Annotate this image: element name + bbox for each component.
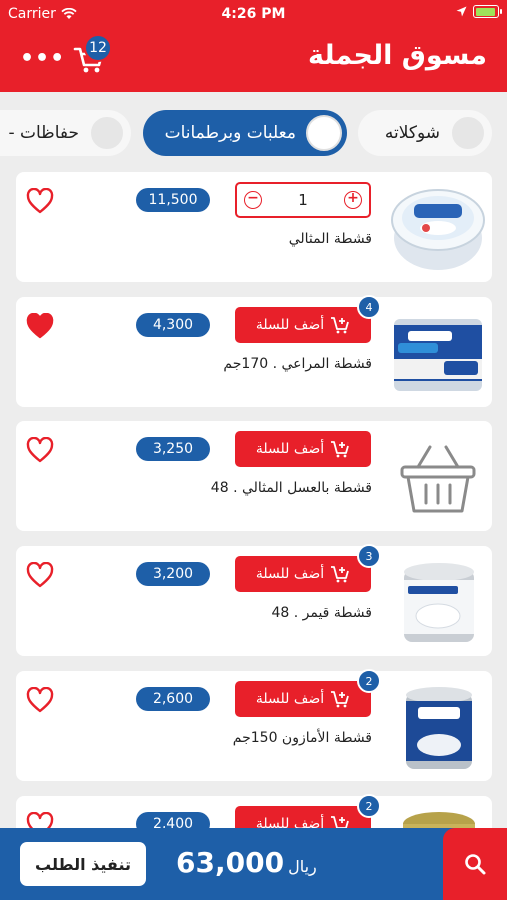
- location-arrow-icon: [456, 6, 467, 17]
- add-to-cart-button[interactable]: أضف للسلة: [235, 556, 371, 592]
- category-thumb: [450, 115, 486, 151]
- quantity-stepper[interactable]: − 1 +: [235, 182, 371, 218]
- price-badge: 2,600: [136, 687, 210, 711]
- heart-outline-icon[interactable]: [26, 562, 54, 588]
- add-to-cart-icon: [331, 566, 349, 583]
- clock: 4:26 PM: [221, 6, 286, 22]
- cart-qty-badge: 2: [357, 794, 381, 818]
- add-to-cart-button[interactable]: أضف للسلة: [235, 431, 371, 467]
- product-card[interactable]: أضف للسلة 3,250 قشطة بالعسل المثالي . 48: [16, 421, 492, 531]
- cart-total: ريال 63,000: [176, 846, 317, 879]
- cart-qty-badge: 2: [357, 669, 381, 693]
- add-to-cart-label: أضف للسلة: [255, 566, 325, 582]
- product-image: [394, 319, 482, 391]
- product-name: قشطة المراعي . 170جم: [223, 356, 372, 372]
- product-image: [404, 563, 474, 642]
- cart-qty-badge: 3: [357, 544, 381, 568]
- product-card[interactable]: أضف للسلة 4 4,300 قشطة المراعي . 170جم: [16, 295, 492, 407]
- add-to-cart-icon: [331, 317, 349, 334]
- heart-filled-icon[interactable]: [26, 313, 54, 339]
- category-label: حفاظات -: [8, 123, 79, 143]
- checkout-button[interactable]: تنفيذ الطلب: [20, 842, 146, 886]
- category-chip-chocolate[interactable]: شوكلاته: [358, 110, 492, 156]
- category-thumb: [306, 115, 342, 151]
- product-card[interactable]: أضف للسلة 3 3,200 قشطة قيمر . 48: [16, 544, 492, 656]
- add-to-cart-button[interactable]: أضف للسلة: [235, 307, 371, 343]
- product-name: قشطة قيمر . 48: [271, 605, 372, 621]
- price-badge: 3,200: [136, 562, 210, 586]
- add-to-cart-button[interactable]: أضف للسلة: [235, 681, 371, 717]
- add-to-cart-icon: [331, 691, 349, 708]
- cart-count-badge: 12: [84, 34, 112, 62]
- product-card[interactable]: أضف للسلة 2 2,600 قشطة الأمازون 150جم: [16, 669, 492, 781]
- category-label: معلبات وبرطمانات: [164, 123, 296, 143]
- price-badge: 3,250: [136, 437, 210, 461]
- product-name: قشطة الأمازون 150جم: [232, 730, 372, 746]
- price-badge: 4,300: [136, 313, 210, 337]
- status-right: [456, 5, 502, 18]
- cart-qty-badge: 4: [357, 295, 381, 319]
- product-card[interactable]: − 1 + 11,500 قشطة المثالي: [16, 172, 492, 282]
- add-to-cart-label: أضف للسلة: [255, 691, 325, 707]
- product-name: قشطة المثالي: [288, 231, 372, 247]
- product-image: [406, 687, 472, 769]
- basket-icon: [400, 445, 476, 513]
- category-thumb: [89, 115, 125, 151]
- category-chip-canned[interactable]: معلبات وبرطمانات: [143, 110, 347, 156]
- page-title: مسوق الجملة: [307, 40, 487, 71]
- increase-button[interactable]: +: [343, 191, 362, 209]
- heart-outline-icon[interactable]: [26, 437, 54, 463]
- decrease-button[interactable]: −: [244, 191, 262, 209]
- product-name: قشطة بالعسل المثالي . 48: [210, 480, 372, 496]
- category-chip-diapers[interactable]: حفاظات -: [0, 110, 131, 156]
- battery-icon: [473, 5, 502, 18]
- quantity-value: 1: [298, 191, 308, 209]
- search-icon: [465, 854, 486, 875]
- add-to-cart-label: أضف للسلة: [255, 317, 325, 333]
- checkout-bar: تنفيذ الطلب ريال 63,000: [0, 828, 507, 900]
- search-button[interactable]: [443, 828, 507, 900]
- product-image: [391, 189, 485, 270]
- category-label: شوكلاته: [384, 123, 440, 143]
- heart-outline-icon[interactable]: [26, 188, 54, 214]
- price-badge: 11,500: [136, 188, 210, 212]
- total-amount: 63,000: [176, 846, 285, 879]
- app-header: Carrier 4:26 PM مسوق الجملة ••• 12: [0, 0, 507, 92]
- more-icon[interactable]: •••: [20, 46, 65, 71]
- status-bar: Carrier 4:26 PM: [0, 0, 507, 28]
- currency-label: ريال: [288, 857, 317, 876]
- heart-outline-icon[interactable]: [26, 687, 54, 713]
- add-to-cart-icon: [331, 441, 349, 458]
- add-to-cart-label: أضف للسلة: [255, 441, 325, 457]
